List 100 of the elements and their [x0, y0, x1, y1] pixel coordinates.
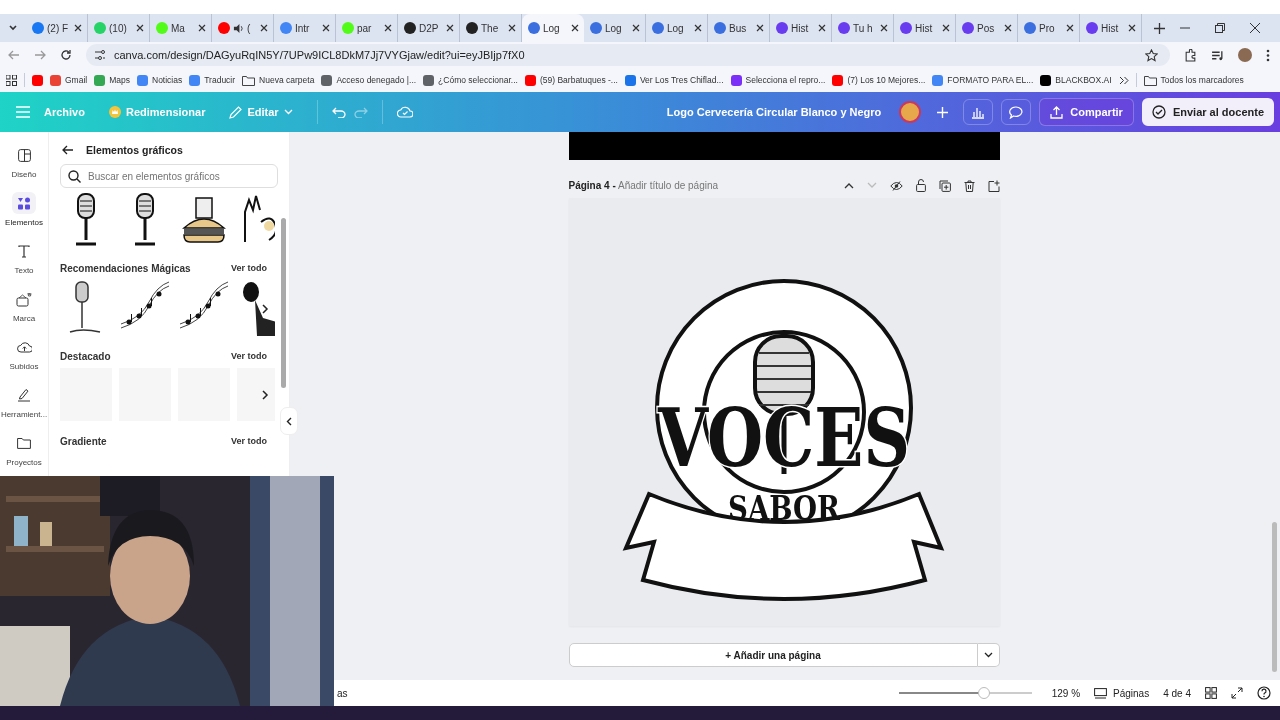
extensions-icon[interactable]	[1184, 48, 1197, 62]
chevron-left-icon	[286, 416, 292, 426]
bookmark[interactable]: (7) Los 10 Mejores...	[832, 74, 926, 86]
comment-button[interactable]	[1001, 99, 1032, 125]
site-settings-icon[interactable]	[94, 49, 106, 61]
back-icon[interactable]	[62, 145, 74, 155]
zoom-value[interactable]: 129 %	[1051, 687, 1081, 699]
pages-button[interactable]: Páginas	[1094, 687, 1150, 699]
bookmark[interactable]: (59) Barbatuques -...	[524, 74, 618, 86]
pen-icon	[17, 388, 31, 402]
close-icon[interactable]	[1128, 24, 1136, 32]
bookmark[interactable]: Todos los marcadores	[1143, 74, 1244, 86]
close-icon[interactable]	[880, 24, 888, 32]
close-icon[interactable]	[384, 24, 392, 32]
close-icon[interactable]	[508, 24, 516, 32]
browser-tab[interactable]: Log	[522, 14, 584, 42]
see-all-link[interactable]: Ver todo	[231, 263, 267, 274]
unlock-icon[interactable]	[915, 179, 926, 192]
bookmark[interactable]: Nueva carpeta	[242, 74, 315, 86]
zoom-slider[interactable]	[898, 687, 1032, 699]
bookmark[interactable]: Traducir	[189, 74, 236, 86]
profile-avatar[interactable]	[1238, 48, 1252, 62]
add-page-button[interactable]: + Añadir una página	[568, 643, 978, 667]
search-field[interactable]: Buscar en elementos gráficos	[60, 164, 278, 188]
see-all-link[interactable]: Ver todo	[231, 436, 267, 447]
bookmark[interactable]: Selecciona el repro...	[730, 74, 826, 86]
close-icon[interactable]	[694, 24, 702, 32]
notes-button[interactable]: as	[337, 687, 348, 699]
address-bar[interactable]: canva.com/design/DAGyuRqIN5Y/7UPw9ICL8DkM7Jj7VYGjaw/edit?ui=eyJBIjp7fX0	[86, 44, 1170, 66]
collapse-panel-button[interactable]	[280, 407, 298, 435]
chevron-right-icon[interactable]	[262, 390, 269, 400]
close-icon[interactable]	[756, 24, 764, 32]
bookmark[interactable]: Maps	[94, 74, 130, 86]
slider-thumb[interactable]	[977, 687, 990, 699]
sidebar-item[interactable]: Marca	[0, 288, 48, 323]
close-icon[interactable]	[322, 24, 330, 32]
close-icon[interactable]	[1066, 24, 1074, 32]
pages-icon	[1094, 687, 1108, 699]
forward-icon[interactable]	[34, 49, 46, 61]
sidebar-item[interactable]: Texto	[0, 240, 48, 275]
close-icon[interactable]	[260, 24, 268, 32]
reload-icon[interactable]	[60, 49, 72, 61]
trash-icon[interactable]	[963, 179, 975, 192]
favicon-icon[interactable]	[32, 74, 43, 86]
add-page-menu-button[interactable]	[977, 643, 1000, 667]
close-icon[interactable]	[74, 24, 82, 32]
section-title: Destacado	[60, 351, 111, 362]
share-button[interactable]: Compartir	[1039, 98, 1134, 126]
cloud-check-icon[interactable]	[396, 106, 413, 118]
sidebar-item[interactable]: Elementos	[0, 192, 48, 227]
undo-icon[interactable]	[331, 106, 346, 118]
sidebar-item[interactable]: Proyectos	[0, 432, 48, 467]
bookmark[interactable]: BLACKBOX.AI	[1040, 74, 1112, 86]
sidebar-item[interactable]: Herramient...	[0, 384, 48, 419]
close-icon[interactable]	[571, 24, 579, 32]
bookmark[interactable]: Acceso denegado |...	[321, 74, 417, 86]
close-icon[interactable]	[198, 24, 206, 32]
chevron-up-icon[interactable]	[843, 182, 854, 189]
chevron-right-icon[interactable]	[262, 304, 269, 314]
restore-icon[interactable]	[1215, 23, 1225, 33]
close-icon[interactable]	[632, 24, 640, 32]
bookmark[interactable]: Ver Los Tres Chiflad...	[624, 74, 724, 86]
grid-view-icon[interactable]	[1205, 687, 1217, 699]
close-icon[interactable]	[942, 24, 950, 32]
media-icon[interactable]	[1211, 48, 1224, 62]
close-icon[interactable]	[1250, 23, 1260, 33]
folder-icon	[17, 437, 31, 449]
chevron-down-icon	[283, 109, 293, 115]
folder-icon	[242, 74, 256, 86]
folder-icon	[1143, 74, 1157, 86]
bookmark[interactable]: Noticias	[137, 74, 183, 86]
shapes-icon	[17, 196, 31, 210]
eye-off-icon[interactable]	[889, 180, 903, 191]
help-icon[interactable]	[1257, 686, 1271, 700]
sidebar-item[interactable]: Diseño	[0, 144, 48, 179]
chevrons-icon[interactable]	[1118, 75, 1129, 85]
star-icon[interactable]	[1145, 48, 1158, 62]
apps-icon[interactable]	[6, 74, 17, 86]
bookmark[interactable]: Gmail	[50, 74, 88, 86]
fullscreen-icon[interactable]	[1231, 687, 1243, 699]
duplicate-icon[interactable]	[938, 179, 951, 192]
page-title[interactable]: Página 4 - Añadir título de página	[568, 180, 719, 191]
thumbnail-placeholder[interactable]	[237, 368, 275, 421]
close-icon[interactable]	[1004, 24, 1012, 32]
close-icon[interactable]	[136, 24, 144, 32]
text-icon	[18, 244, 30, 258]
see-all-link[interactable]: Ver todo	[231, 351, 267, 362]
bookmark[interactable]: ¿Cómo seleccionar...	[423, 74, 518, 86]
insights-button[interactable]	[963, 99, 994, 125]
bookmark[interactable]: FORMATO PARA EL...	[932, 74, 1034, 86]
close-icon[interactable]	[818, 24, 826, 32]
submit-button[interactable]: Enviar al docente	[1141, 98, 1274, 126]
design-title[interactable]: Logo Cervecería Circular Blanco y Negro	[666, 106, 882, 118]
new-tab-icon[interactable]	[1154, 22, 1165, 34]
sidebar-item[interactable]: Subidos	[0, 336, 48, 371]
user-avatar[interactable]	[899, 101, 922, 123]
add-page-icon[interactable]	[987, 179, 1000, 192]
more-icon[interactable]	[1266, 48, 1270, 62]
section-title: Recomendaciones Mágicas	[60, 263, 191, 274]
close-icon[interactable]	[446, 24, 454, 32]
